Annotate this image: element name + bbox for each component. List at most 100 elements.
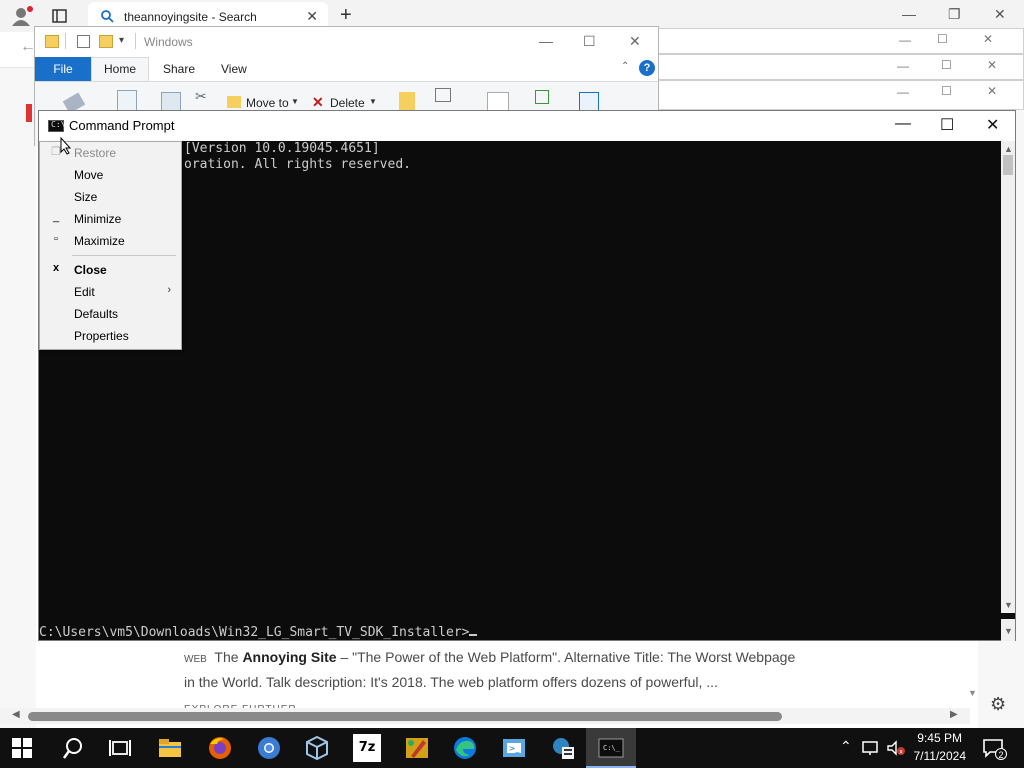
- explorer-2-close-icon[interactable]: ✕: [983, 32, 993, 46]
- cmd-vertical-scrollbar[interactable]: [1001, 141, 1015, 613]
- result-title-bold[interactable]: Annoying Site: [242, 649, 336, 665]
- explorer-3-maximize-icon[interactable]: ☐: [941, 58, 952, 72]
- console-cursor: [469, 634, 478, 636]
- cmd-app-icon[interactable]: C:\: [48, 120, 65, 132]
- explorer-window-4[interactable]: — ☐ ✕: [650, 80, 1024, 110]
- browser-restore-icon[interactable]: ❐: [948, 6, 961, 23]
- mouse-pointer-icon: [60, 137, 72, 155]
- explorer-3-minimize-icon[interactable]: —: [897, 59, 909, 73]
- cmd-scroll-up-icon[interactable]: ▲: [1004, 144, 1013, 154]
- menu-item-maximize[interactable]: ▫ Maximize: [40, 230, 181, 252]
- horizontal-scroll-thumb[interactable]: [28, 712, 782, 721]
- copy-icon[interactable]: [117, 90, 137, 112]
- browser-close-icon[interactable]: ✕: [994, 6, 1006, 23]
- explorer-4-close-icon[interactable]: ✕: [987, 84, 997, 98]
- ribbon-tab-file[interactable]: File: [35, 57, 91, 81]
- cmd-minimize-icon[interactable]: —: [895, 115, 911, 133]
- tab-close-icon[interactable]: ✕: [306, 8, 318, 25]
- clock-time[interactable]: 9:45 PM: [917, 731, 962, 745]
- explorer-4-maximize-icon[interactable]: ☐: [941, 84, 952, 98]
- open-icon[interactable]: [535, 90, 549, 104]
- new-folder-icon[interactable]: [399, 92, 415, 112]
- network-app-icon[interactable]: >_: [500, 734, 528, 762]
- result-title-prefix[interactable]: The: [214, 649, 242, 665]
- virtualbox-icon[interactable]: [303, 734, 331, 762]
- explorer-2-maximize-icon[interactable]: ☐: [937, 32, 948, 46]
- ribbon-collapse-icon[interactable]: ⌃: [621, 61, 629, 72]
- menu-item-defaults[interactable]: Defaults: [40, 303, 181, 325]
- command-prompt-window[interactable]: C:\ Command Prompt — ☐ ✕ [Version 10.0.1…: [38, 110, 1016, 641]
- tray-overflow-icon[interactable]: ⌃: [840, 738, 852, 755]
- new-folder-qa-icon[interactable]: [99, 35, 113, 48]
- command-prompt-icon[interactable]: C:\_: [597, 734, 625, 762]
- system-menu: ❐ Restore Move Size _ Minimize ▫ Maximiz…: [39, 141, 182, 350]
- menu-item-minimize[interactable]: _ Minimize: [40, 208, 181, 230]
- cut-icon[interactable]: ✂: [195, 88, 207, 105]
- ribbon-tab-view[interactable]: View: [221, 62, 247, 76]
- explorer-2-minimize-icon[interactable]: —: [899, 33, 911, 47]
- clock-date[interactable]: 7/11/2024: [914, 749, 967, 763]
- task-view-icon[interactable]: [106, 734, 134, 762]
- move-to-dropdown-icon[interactable]: ▼: [291, 97, 299, 106]
- explorer-window-2[interactable]: — ☐ ✕: [640, 28, 1024, 54]
- profile-icon[interactable]: [10, 5, 34, 27]
- explorer-window-3[interactable]: — ☐ ✕: [650, 54, 1024, 80]
- delete-button[interactable]: Delete: [330, 96, 365, 110]
- 7zip-icon[interactable]: 7z: [353, 734, 381, 762]
- browser-minimize-icon[interactable]: —: [902, 6, 916, 22]
- cmd-console-output[interactable]: [Version 10.0.19045.4651] oration. All r…: [39, 141, 1001, 640]
- select-all-icon[interactable]: [579, 92, 599, 112]
- maximize-glyph-icon: ▫: [54, 233, 58, 245]
- explorer-minimize-icon[interactable]: —: [539, 33, 553, 49]
- menu-item-size[interactable]: Size: [40, 186, 181, 208]
- network-config-icon[interactable]: [549, 734, 577, 762]
- help-icon[interactable]: ?: [639, 60, 655, 76]
- move-to-button[interactable]: Move to: [246, 96, 289, 110]
- tab-actions-icon[interactable]: [52, 8, 68, 24]
- delete-dropdown-icon[interactable]: ▼: [369, 97, 377, 106]
- edge-icon[interactable]: [451, 734, 479, 762]
- quick-access-dropdown-icon[interactable]: ▾: [119, 35, 124, 46]
- paste-icon[interactable]: [161, 92, 181, 112]
- delete-icon[interactable]: ✕: [312, 94, 324, 111]
- explorer-4-minimize-icon[interactable]: —: [897, 85, 909, 99]
- scroll-left-icon[interactable]: ◀: [12, 709, 20, 720]
- explorer-titlebar[interactable]: ▾ Windows — ☐ ✕: [35, 27, 658, 57]
- cmd-scroll-down-icon[interactable]: ▼: [1004, 600, 1013, 610]
- volume-muted-icon[interactable]: x: [886, 740, 906, 756]
- windows-start-icon[interactable]: [12, 738, 32, 758]
- cmd-scroll-thumb[interactable]: [1003, 155, 1013, 175]
- search-icon[interactable]: [60, 734, 88, 762]
- cmd-maximize-icon[interactable]: ☐: [940, 115, 954, 135]
- ribbon-tab-home[interactable]: Home: [104, 62, 136, 76]
- menu-item-properties[interactable]: Properties: [40, 325, 181, 347]
- paint-app-icon[interactable]: [403, 734, 431, 762]
- result-snippet-line-2: in the World. Talk description: It's 201…: [184, 674, 718, 690]
- file-explorer-icon[interactable]: [156, 734, 184, 762]
- menu-label-minimize: Minimize: [74, 212, 122, 226]
- menu-label-maximize: Maximize: [74, 234, 125, 248]
- menu-label-size: Size: [74, 190, 98, 204]
- explorer-maximize-icon[interactable]: ☐: [583, 33, 596, 50]
- firefox-icon[interactable]: [206, 734, 234, 762]
- cmd-close-icon[interactable]: ✕: [986, 115, 999, 135]
- scroll-right-icon[interactable]: ▶: [950, 709, 958, 720]
- cmd-titlebar[interactable]: C:\ Command Prompt — ☐ ✕: [39, 111, 1015, 141]
- settings-gear-icon[interactable]: ⚙: [990, 694, 1006, 715]
- chromium-icon[interactable]: [255, 734, 283, 762]
- network-status-icon[interactable]: [862, 740, 880, 756]
- new-tab-icon[interactable]: +: [340, 4, 352, 26]
- explorer-close-icon[interactable]: ✕: [629, 33, 641, 50]
- menu-item-move[interactable]: Move: [40, 164, 181, 186]
- new-item-icon[interactable]: [435, 88, 451, 102]
- explorer-3-close-icon[interactable]: ✕: [987, 58, 997, 72]
- menu-item-edit[interactable]: Edit ›: [40, 281, 181, 303]
- console-prompt-line[interactable]: C:\Users\vm5\Downloads\Win32_LG_Smart_TV…: [39, 625, 478, 640]
- properties-qa-icon[interactable]: [77, 35, 90, 48]
- scroll-down-icon[interactable]: ▼: [968, 688, 977, 698]
- menu-label-move: Move: [74, 168, 104, 182]
- cmd-lower-scroll-down-icon[interactable]: ▼: [1004, 626, 1013, 636]
- move-to-icon[interactable]: [227, 96, 241, 108]
- menu-item-close[interactable]: x Close: [40, 259, 181, 281]
- ribbon-tab-share[interactable]: Share: [163, 62, 195, 76]
